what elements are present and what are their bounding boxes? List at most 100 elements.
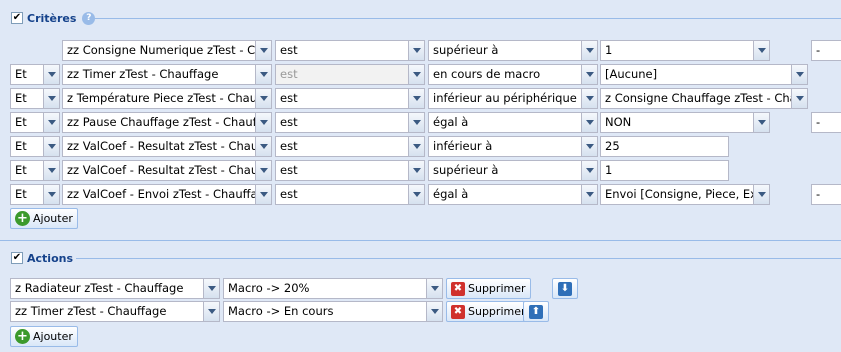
chevron-down-icon[interactable] (791, 89, 807, 108)
chevron-down-icon[interactable] (408, 185, 424, 204)
chevron-down-icon[interactable] (43, 137, 59, 156)
chevron-down-icon[interactable] (581, 41, 597, 60)
criteria-operator[interactable]: Et (10, 112, 60, 133)
actions-checkbox[interactable]: ✔ (11, 252, 23, 264)
chevron-down-icon[interactable] (408, 65, 424, 84)
chevron-down-icon[interactable] (255, 41, 271, 60)
criteria-extra[interactable]: - (811, 112, 841, 133)
chevron-down-icon[interactable] (581, 185, 597, 204)
chevron-down-icon[interactable] (203, 302, 219, 321)
criteria-value[interactable]: [Aucune] (600, 64, 808, 85)
criteres-checkbox[interactable]: ✔ (11, 12, 23, 24)
criteria-operator[interactable]: Et (10, 64, 60, 85)
criteria-variable[interactable]: z Température Piece zTest - Chau (62, 88, 272, 109)
criteria-condition[interactable]: inférieur à (428, 136, 598, 157)
chevron-down-icon[interactable] (408, 41, 424, 60)
criteria-condition[interactable]: égal à (428, 112, 598, 133)
criteria-condition[interactable]: supérieur à (428, 40, 598, 61)
action-device[interactable]: zz Timer zTest - Chauffage (10, 301, 220, 322)
criteria-variable[interactable]: zz ValCoef - Envoi zTest - Chauffac (62, 184, 272, 205)
actions-add-button[interactable]: + Ajouter (10, 326, 78, 347)
criteria-value[interactable]: 1 (600, 40, 770, 61)
chevron-down-icon[interactable] (255, 89, 271, 108)
delete-label: Supprimer (468, 282, 526, 295)
actions-header: ✔ Actions (11, 249, 73, 267)
chevron-down-icon[interactable] (43, 185, 59, 204)
criteria-comparator[interactable]: est (275, 40, 425, 61)
move-action-button[interactable]: ⬇ (552, 278, 578, 299)
chevron-down-icon[interactable] (581, 89, 597, 108)
criteria-comparator[interactable]: est (275, 88, 425, 109)
criteria-comparator[interactable]: est (275, 184, 425, 205)
chevron-down-icon[interactable] (753, 41, 769, 60)
delete-action-button[interactable]: ✖ Supprimer (446, 301, 531, 322)
criteria-value-value: 1 (605, 43, 613, 57)
criteria-value-value: [Aucune] (605, 67, 658, 81)
criteria-operator[interactable]: Et (10, 88, 60, 109)
chevron-down-icon[interactable] (408, 89, 424, 108)
chevron-down-icon[interactable] (43, 113, 59, 132)
criteria-variable[interactable]: zz ValCoef - Resultat zTest - Chau (62, 160, 272, 181)
chevron-down-icon[interactable] (408, 137, 424, 156)
chevron-down-icon[interactable] (426, 302, 442, 321)
chevron-down-icon[interactable] (581, 113, 597, 132)
chevron-down-icon[interactable] (581, 161, 597, 180)
action-device-value: zz Timer zTest - Chauffage (15, 304, 167, 318)
criteria-comparator[interactable]: est (275, 136, 425, 157)
criteria-comparator-value: est (280, 91, 298, 105)
criteria-variable[interactable]: zz Timer zTest - Chauffage (62, 64, 272, 85)
criteria-operator[interactable]: Et (10, 160, 60, 181)
criteria-value[interactable]: NON (600, 112, 770, 133)
chevron-down-icon[interactable] (255, 113, 271, 132)
chevron-down-icon[interactable] (255, 161, 271, 180)
criteria-extra[interactable]: - (811, 40, 841, 61)
chevron-down-icon[interactable] (43, 161, 59, 180)
action-macro[interactable]: Macro -> 20% (223, 278, 443, 299)
move-action-button[interactable]: ⬆ (523, 301, 549, 322)
criteria-comparator[interactable]: est (275, 112, 425, 133)
criteria-operator[interactable]: Et (10, 136, 60, 157)
criteria-condition-value: supérieur à (433, 163, 499, 177)
action-device[interactable]: z Radiateur zTest - Chauffage (10, 278, 220, 299)
criteria-operator[interactable]: Et (10, 184, 60, 205)
criteria-variable[interactable]: zz Consigne Numerique zTest - Ch (62, 40, 272, 61)
section-divider (0, 240, 841, 241)
criteria-value[interactable]: Envoi [Consigne, Piece, Ex (600, 184, 770, 205)
criteria-value[interactable]: 1 (600, 160, 729, 181)
chevron-down-icon[interactable] (408, 113, 424, 132)
chevron-down-icon[interactable] (43, 65, 59, 84)
chevron-down-icon[interactable] (255, 137, 271, 156)
delete-icon: ✖ (451, 304, 465, 319)
chevron-down-icon[interactable] (255, 65, 271, 84)
criteria-comparator[interactable]: est (275, 160, 425, 181)
criteres-divider (93, 18, 841, 19)
criteria-comparator-value: est (280, 43, 298, 57)
criteria-condition[interactable]: inférieur au périphérique (428, 88, 598, 109)
criteria-extra[interactable]: - (811, 184, 841, 205)
criteria-value[interactable]: z Consigne Chauffage zTest - Chau (600, 88, 808, 109)
criteres-add-button[interactable]: + Ajouter (10, 208, 78, 229)
chevron-down-icon[interactable] (426, 279, 442, 298)
criteria-condition[interactable]: égal à (428, 184, 598, 205)
criteria-condition[interactable]: en cours de macro (428, 64, 598, 85)
chevron-down-icon[interactable] (581, 137, 597, 156)
criteria-variable[interactable]: zz ValCoef - Resultat zTest - Chau (62, 136, 272, 157)
chevron-down-icon[interactable] (255, 185, 271, 204)
criteria-value[interactable]: 25 (600, 136, 729, 157)
criteria-variable[interactable]: zz Pause Chauffage zTest - Chauff (62, 112, 272, 133)
chevron-down-icon[interactable] (43, 89, 59, 108)
chevron-down-icon[interactable] (791, 65, 807, 84)
action-macro[interactable]: Macro -> En cours (223, 301, 443, 322)
chevron-down-icon[interactable] (203, 279, 219, 298)
delete-action-button[interactable]: ✖ Supprimer (446, 278, 531, 299)
criteria-comparator[interactable]: est (275, 64, 425, 85)
chevron-down-icon[interactable] (753, 185, 769, 204)
criteria-condition-value: inférieur au périphérique (433, 91, 577, 105)
chevron-down-icon[interactable] (581, 65, 597, 84)
criteria-comparator-value: est (280, 67, 298, 81)
chevron-down-icon[interactable] (753, 113, 769, 132)
chevron-down-icon[interactable] (408, 161, 424, 180)
arrow-up-icon: ⬆ (529, 304, 543, 319)
criteria-condition[interactable]: supérieur à (428, 160, 598, 181)
criteria-condition-value: en cours de macro (433, 67, 541, 81)
